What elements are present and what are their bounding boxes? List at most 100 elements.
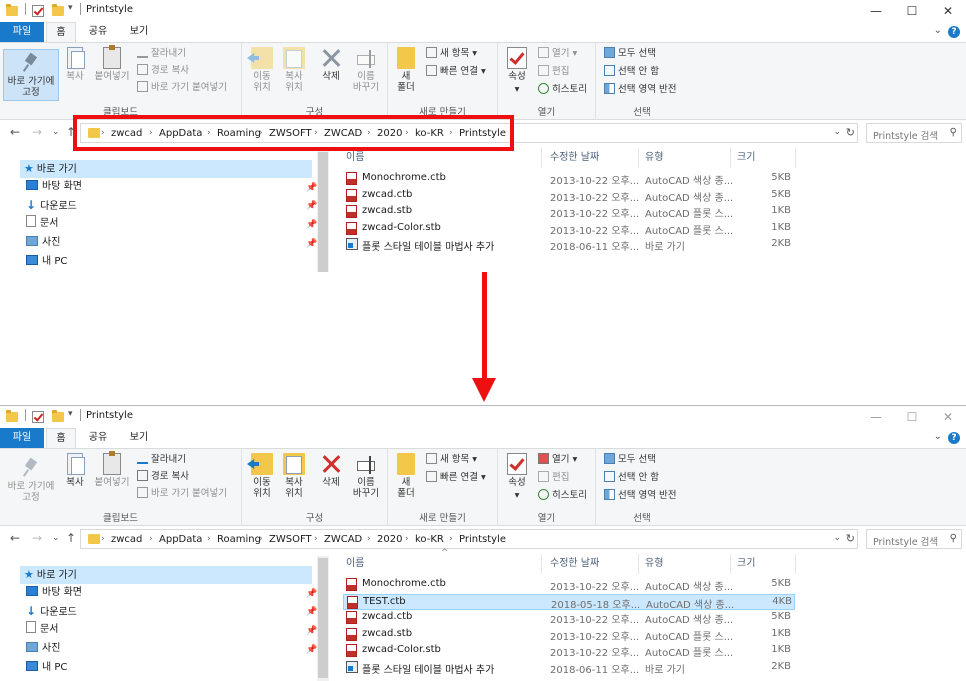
file-row[interactable]: zwcad.ctb 2013-10-22 오후... AutoCAD 색상 종...…: [343, 610, 795, 626]
column-header-modified[interactable]: 수정한 날짜: [550, 554, 599, 574]
open-button[interactable]: 열기 ▾: [538, 453, 577, 467]
breadcrumb-item[interactable]: Roaming: [217, 534, 261, 545]
column-divider[interactable]: [541, 554, 542, 574]
nav-item-pictures[interactable]: 사진: [26, 640, 60, 658]
refresh-icon[interactable]: ↻: [846, 126, 855, 139]
recent-locations-icon[interactable]: ⌄: [52, 127, 60, 137]
copy-button[interactable]: 복사: [62, 47, 88, 82]
properties-button[interactable]: 속성 ▾: [504, 47, 530, 95]
select-all-button[interactable]: 모두 선택: [604, 453, 656, 467]
nav-scrollbar-thumb[interactable]: [318, 558, 328, 678]
copy-to-button[interactable]: 복사 위치: [280, 47, 308, 93]
breadcrumb-item[interactable]: Printstyle: [459, 534, 506, 545]
file-row[interactable]: zwcad.stb 2013-10-22 오후... AutoCAD 플롯 스...…: [343, 204, 795, 220]
breadcrumb-separator-icon[interactable]: ›: [449, 534, 453, 544]
copy-button[interactable]: 복사: [62, 453, 88, 488]
column-header-type[interactable]: 유형: [645, 148, 663, 168]
file-row[interactable]: 플롯 스타일 테이블 마법사 추가 2018-06-11 오후... 바로 가기 2K…: [343, 660, 795, 676]
breadcrumb-separator-icon[interactable]: ›: [207, 534, 211, 544]
nav-item-quick-access[interactable]: ★ 바로 가기: [20, 566, 312, 584]
nav-item-downloads[interactable]: ↓ 다운로드: [26, 602, 77, 620]
tab-view[interactable]: 보기: [122, 428, 156, 448]
column-header-modified[interactable]: 수정한 날짜: [550, 148, 599, 168]
breadcrumb-separator-icon[interactable]: ›: [367, 534, 371, 544]
minimize-button[interactable]: —: [858, 408, 894, 426]
history-button[interactable]: 히스토리: [538, 83, 587, 97]
nav-item-pictures[interactable]: 사진: [26, 234, 60, 252]
file-row[interactable]: Monochrome.ctb 2013-10-22 오후... AutoCAD 색상…: [343, 577, 795, 593]
maximize-button[interactable]: ☐: [894, 408, 930, 426]
back-arrow-icon[interactable]: ←: [10, 125, 20, 139]
paste-button[interactable]: 붙여넣기: [92, 45, 132, 82]
up-arrow-icon[interactable]: ↑: [66, 531, 76, 545]
nav-item-documents[interactable]: 문서: [26, 215, 58, 233]
breadcrumb-separator-icon[interactable]: ›: [405, 534, 409, 544]
column-divider[interactable]: [730, 554, 731, 574]
nav-item-desktop[interactable]: 바탕 화면: [26, 178, 82, 196]
history-button[interactable]: 히스토리: [538, 489, 587, 503]
column-divider[interactable]: [638, 554, 639, 574]
breadcrumb-separator-icon[interactable]: ›: [314, 534, 318, 544]
tab-file[interactable]: 파일: [0, 428, 44, 448]
chevron-down-icon[interactable]: ⌄: [934, 25, 942, 36]
pin-icon[interactable]: 📌: [306, 183, 317, 193]
open-button[interactable]: 열기 ▾: [538, 47, 577, 61]
breadcrumb-item[interactable]: ZWCAD: [324, 534, 362, 545]
file-row[interactable]: zwcad.ctb 2013-10-22 오후... AutoCAD 색상 종...…: [343, 188, 795, 204]
rename-button[interactable]: 이름 바꾸기: [350, 47, 382, 93]
nav-item-desktop[interactable]: 바탕 화면: [26, 584, 82, 602]
column-header-type[interactable]: 유형: [645, 554, 663, 574]
tab-home[interactable]: 홈: [46, 428, 76, 448]
paste-shortcut-button[interactable]: 바로 가기 붙여넣기: [137, 81, 227, 95]
column-header-size[interactable]: 크기: [737, 554, 755, 574]
pin-to-quick-access-button[interactable]: 바로 가기에 고정: [3, 49, 59, 101]
close-button[interactable]: ✕: [930, 2, 966, 20]
move-to-button[interactable]: 이동 위치: [248, 453, 276, 499]
select-all-button[interactable]: 모두 선택: [604, 47, 656, 61]
chevron-down-icon[interactable]: ⌄: [934, 431, 942, 442]
file-row[interactable]: zwcad-Color.stb 2013-10-22 오후... AutoCAD 플…: [343, 643, 795, 659]
forward-arrow-icon[interactable]: →: [32, 125, 42, 139]
paste-shortcut-button[interactable]: 바로 가기 붙여넣기: [137, 487, 227, 501]
file-row[interactable]: TEST.ctb 2018-05-18 오후... AutoCAD 색상 종... 4…: [343, 593, 795, 611]
select-none-button[interactable]: 선택 안 함: [604, 65, 659, 79]
column-divider[interactable]: [730, 148, 731, 168]
column-divider[interactable]: [541, 148, 542, 168]
tab-share[interactable]: 공유: [80, 22, 116, 42]
pin-icon[interactable]: 📌: [306, 607, 317, 617]
properties-button[interactable]: 속성 ▾: [504, 453, 530, 501]
help-icon[interactable]: ?: [948, 26, 960, 38]
breadcrumb-item[interactable]: AppData: [159, 534, 202, 545]
refresh-icon[interactable]: ↻: [846, 532, 855, 545]
easy-access-button[interactable]: 빠른 연결 ▾: [426, 471, 486, 485]
breadcrumb-item[interactable]: 2020: [377, 534, 402, 545]
column-divider[interactable]: [795, 148, 796, 168]
back-arrow-icon[interactable]: ←: [10, 531, 20, 545]
file-row[interactable]: zwcad.stb 2013-10-22 오후... AutoCAD 플롯 스...…: [343, 627, 795, 643]
copy-path-button[interactable]: 경로 복사: [137, 64, 189, 78]
customize-quick-access-icon[interactable]: ▾: [68, 3, 73, 17]
search-input[interactable]: Printstyle 검색 ⚲: [866, 123, 962, 143]
file-row[interactable]: zwcad-Color.stb 2013-10-22 오후... AutoCAD 플…: [343, 221, 795, 237]
recent-locations-icon[interactable]: ⌄: [52, 533, 60, 543]
nav-scrollbar-thumb[interactable]: [318, 152, 328, 272]
cut-button[interactable]: 잘라내기: [137, 47, 186, 61]
edit-button[interactable]: 편집: [538, 471, 569, 485]
customize-quick-access-icon[interactable]: ▾: [68, 409, 73, 423]
cut-button[interactable]: 잘라내기: [137, 453, 186, 467]
search-input[interactable]: Printstyle 검색 ⚲: [866, 529, 962, 549]
maximize-button[interactable]: ☐: [894, 2, 930, 20]
pin-icon[interactable]: 📌: [306, 239, 317, 249]
new-folder-button[interactable]: 새 폴더: [394, 453, 418, 499]
invert-selection-button[interactable]: 선택 영역 반전: [604, 83, 676, 97]
nav-item-quick-access[interactable]: ★ 바로 가기: [20, 160, 312, 178]
delete-button[interactable]: 삭제: [318, 47, 344, 82]
breadcrumb-separator-icon[interactable]: ›: [101, 534, 105, 544]
column-divider[interactable]: [795, 554, 796, 574]
select-none-button[interactable]: 선택 안 함: [604, 471, 659, 485]
address-box[interactable]: zwcad › AppData › Roaming › ZWSOFT › ZWCAD › 2020 ›…: [80, 529, 858, 549]
column-divider[interactable]: [638, 148, 639, 168]
nav-item-this-pc[interactable]: 내 PC: [26, 659, 67, 677]
pin-to-quick-access-button[interactable]: 바로 가기에 고정: [3, 455, 59, 507]
edit-button[interactable]: 편집: [538, 65, 569, 79]
